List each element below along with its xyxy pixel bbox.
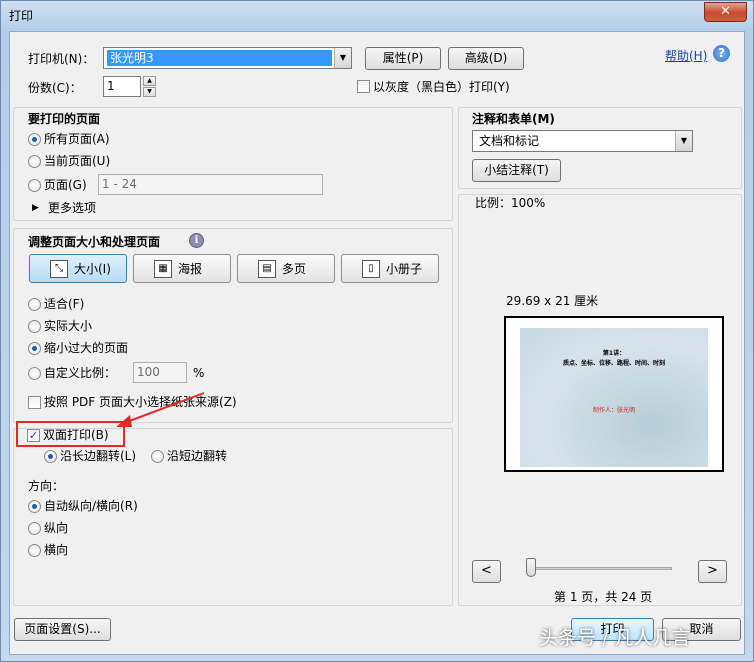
chevron-down-icon[interactable]: ▼ <box>675 131 692 151</box>
tab-multiple-label: 多页 <box>282 262 307 276</box>
tab-booklet-label: 小册子 <box>386 262 423 276</box>
preview-scale: 比例：100% <box>475 196 546 210</box>
tab-poster-label: 海报 <box>178 262 203 276</box>
help-link[interactable]: 帮助(H) <box>665 47 707 64</box>
page-slider-thumb[interactable] <box>526 558 536 577</box>
orientation-portrait-label: 纵向 <box>44 521 69 535</box>
close-button[interactable]: ✕ <box>704 2 747 22</box>
paper-source-checkbox[interactable] <box>28 396 41 409</box>
slide-author: 制作人：张光明 <box>592 407 635 414</box>
duplex-checkbox[interactable]: ✓ <box>27 429 40 442</box>
pages-range-label: 页面(G) <box>44 178 87 192</box>
long-edge-label: 沿长边翻转(L) <box>60 449 137 463</box>
prev-page-button[interactable]: < <box>472 560 501 583</box>
expand-triangle-icon[interactable]: ▶ <box>32 200 39 216</box>
orientation-landscape-label: 横向 <box>44 543 69 557</box>
spin-down-icon[interactable]: ▼ <box>143 87 156 97</box>
duplex-label: 双面打印(B) <box>43 428 109 442</box>
custom-scale-label: 自定义比例： <box>44 366 117 380</box>
short-edge-radio[interactable] <box>151 450 164 463</box>
title-bar[interactable]: 打印 ✕ <box>1 1 753 29</box>
page-slider-track[interactable] <box>530 567 672 570</box>
pages-range-radio[interactable] <box>28 179 41 192</box>
tab-size[interactable]: ⤡ 大小(I) <box>29 254 127 283</box>
printer-select-value: 张光明3 <box>107 50 332 66</box>
slide-thumbnail: 第1讲： 质点、坐标、位移、路程、时间、时刻 制作人：张光明 <box>520 328 708 467</box>
copies-input[interactable]: 1 <box>103 76 141 97</box>
pages-current-radio[interactable] <box>28 155 41 168</box>
shrink-radio[interactable] <box>28 342 41 355</box>
tab-multiple[interactable]: ▤ 多页 <box>237 254 335 283</box>
copies-label: 份数(C)： <box>28 81 82 95</box>
printer-select[interactable]: 张光明3 ▼ <box>103 47 352 69</box>
poster-icon: ▦ <box>154 260 172 278</box>
next-page-button[interactable]: > <box>698 560 727 583</box>
chevron-down-icon[interactable]: ▼ <box>334 48 351 68</box>
slide-title: 第1讲： <box>602 350 626 357</box>
comments-select[interactable]: 文档和标记 ▼ <box>472 130 693 152</box>
multiple-pages-icon: ▤ <box>258 260 276 278</box>
sizing-title: 调整页面大小和处理页面 <box>28 235 161 249</box>
grayscale-label: 以灰度（黑白色）打印(Y) <box>373 80 510 94</box>
actual-size-label: 实际大小 <box>44 319 93 333</box>
tab-size-label: 大小(I) <box>74 262 111 276</box>
watermark: 头条号 / 凡人几言 <box>539 627 691 649</box>
page-indicator: 第 1 页，共 24 页 <box>554 590 653 604</box>
comments-select-value: 文档和标记 <box>479 134 540 148</box>
resize-icon: ⤡ <box>50 260 68 278</box>
spin-up-icon[interactable]: ▲ <box>143 76 156 86</box>
orientation-title: 方向： <box>28 479 65 493</box>
short-edge-label: 沿短边翻转 <box>167 449 228 463</box>
window-title: 打印 <box>9 9 34 23</box>
orientation-portrait-radio[interactable] <box>28 522 41 535</box>
pages-all-label: 所有页面(A) <box>44 132 110 146</box>
tab-booklet[interactable]: ▯ 小册子 <box>341 254 439 283</box>
summarize-comments-button[interactable]: 小结注释(T) <box>472 159 561 182</box>
custom-scale-input[interactable]: 100 <box>133 362 187 383</box>
pages-current-label: 当前页面(U) <box>44 154 111 168</box>
fit-label: 适合(F) <box>44 297 85 311</box>
annotation-arrow-icon <box>116 392 205 427</box>
custom-scale-radio[interactable] <box>28 367 41 380</box>
comments-title: 注释和表单(M) <box>472 112 555 126</box>
orientation-auto-radio[interactable] <box>28 500 41 513</box>
page-setup-button[interactable]: 页面设置(S)... <box>14 618 111 641</box>
more-options-link[interactable]: 更多选项 <box>48 200 96 216</box>
pages-range-input[interactable]: 1 - 24 <box>98 174 323 195</box>
fit-radio[interactable] <box>28 298 41 311</box>
advanced-button[interactable]: 高级(D) <box>448 47 524 70</box>
printer-label: 打印机(N)： <box>28 52 95 66</box>
percent-unit: % <box>193 366 205 380</box>
info-icon[interactable]: i <box>189 233 204 248</box>
orientation-landscape-radio[interactable] <box>28 544 41 557</box>
tab-poster[interactable]: ▦ 海报 <box>133 254 231 283</box>
dialog-client-area: 打印机(N)： 张光明3 ▼ 属性(P) 高级(D) 帮助(H) ? 份数(C)… <box>9 31 745 655</box>
booklet-icon: ▯ <box>362 260 380 278</box>
slide-subtitle: 质点、坐标、位移、路程、时间、时刻 <box>562 360 665 367</box>
shrink-label: 缩小过大的页面 <box>44 341 129 355</box>
pages-all-radio[interactable] <box>28 133 41 146</box>
preview-page: 第1讲： 质点、坐标、位移、路程、时间、时刻 制作人：张光明 <box>504 316 724 472</box>
orientation-auto-label: 自动纵向/横向(R) <box>44 499 138 513</box>
properties-button[interactable]: 属性(P) <box>365 47 441 70</box>
actual-size-radio[interactable] <box>28 320 41 333</box>
grayscale-checkbox[interactable] <box>357 80 370 93</box>
preview-paper-size: 29.69 x 21 厘米 <box>506 294 599 308</box>
pages-title: 要打印的页面 <box>28 112 101 126</box>
long-edge-radio[interactable] <box>44 450 57 463</box>
print-dialog: 打印 ✕ 打印机(N)： 张光明3 ▼ 属性(P) 高级(D) 帮助(H) ? … <box>0 0 754 662</box>
help-icon[interactable]: ? <box>713 45 730 62</box>
